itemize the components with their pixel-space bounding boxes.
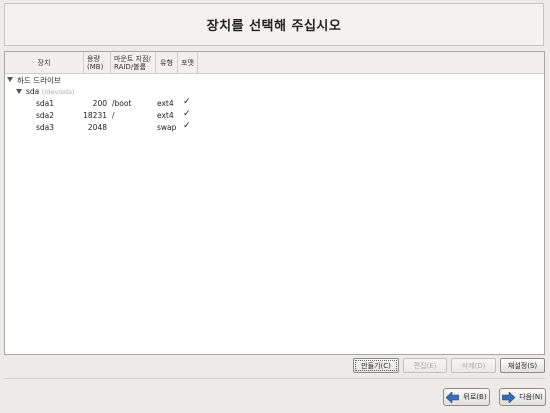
table-row[interactable]: sda3 2048 swap ✓ xyxy=(5,121,544,134)
format-check-icon: ✓ xyxy=(183,109,191,119)
column-header-mount[interactable]: 마운트 지점/ RAID/볼륨 xyxy=(111,52,156,73)
partition-name: sda2 xyxy=(36,111,55,120)
back-button[interactable]: 뒤로(B) xyxy=(443,388,490,406)
divider xyxy=(4,378,546,379)
column-header-device[interactable]: 장치 xyxy=(5,52,84,73)
next-arrow-icon xyxy=(502,391,516,403)
column-header-size[interactable]: 용량 (MB) xyxy=(84,52,111,73)
table-row[interactable]: sda2 18231 / ext4 ✓ xyxy=(5,109,544,122)
column-header-format[interactable]: 포맷 xyxy=(178,52,198,73)
edit-button[interactable]: 편집(E) xyxy=(403,358,447,373)
partition-type: ext4 xyxy=(157,99,174,108)
partition-size: 200 xyxy=(92,99,107,108)
disk-name: sda (/dev/sda) xyxy=(26,87,75,96)
partition-type: ext4 xyxy=(157,111,174,120)
next-button[interactable]: 다음(N) xyxy=(499,388,546,406)
partition-size: 18231 xyxy=(83,111,107,120)
device-tree-table[interactable]: 장치 용량 (MB) 마운트 지점/ RAID/볼륨 유형 포맷 하드 드라이브… xyxy=(4,51,545,355)
back-label: 뒤로(B) xyxy=(463,393,487,401)
tree-row-hard-drives[interactable]: 하드 드라이브 xyxy=(5,74,544,86)
partition-size: 2048 xyxy=(87,123,107,132)
partition-name: sda3 xyxy=(36,123,55,132)
page-header: 장치를 선택해 주십시오 xyxy=(4,3,544,46)
tree-row-disk-sda[interactable]: sda (/dev/sda) xyxy=(5,86,544,98)
disk-path: (/dev/sda) xyxy=(41,88,75,96)
delete-button[interactable]: 삭제(D) xyxy=(451,358,496,373)
table-header: 장치 용량 (MB) 마운트 지점/ RAID/볼륨 유형 포맷 xyxy=(5,52,544,74)
page-title: 장치를 선택해 주십시오 xyxy=(206,19,342,34)
create-button[interactable]: 만들기(C) xyxy=(353,358,399,373)
partition-mount: /boot xyxy=(112,99,132,108)
format-check-icon: ✓ xyxy=(183,121,191,131)
group-label: 하드 드라이브 xyxy=(17,76,61,85)
expand-triangle-icon[interactable] xyxy=(16,89,22,94)
partition-type: swap xyxy=(157,123,177,132)
reset-button[interactable]: 재설정(S) xyxy=(500,358,545,373)
column-header-type[interactable]: 유형 xyxy=(156,52,178,73)
partition-mount: / xyxy=(112,111,115,120)
next-label: 다음(N) xyxy=(519,393,543,401)
back-arrow-icon xyxy=(446,391,460,403)
format-check-icon: ✓ xyxy=(183,97,191,107)
partition-name: sda1 xyxy=(36,99,55,108)
expand-triangle-icon[interactable] xyxy=(7,77,13,82)
table-row[interactable]: sda1 200 /boot ext4 ✓ xyxy=(5,97,544,110)
